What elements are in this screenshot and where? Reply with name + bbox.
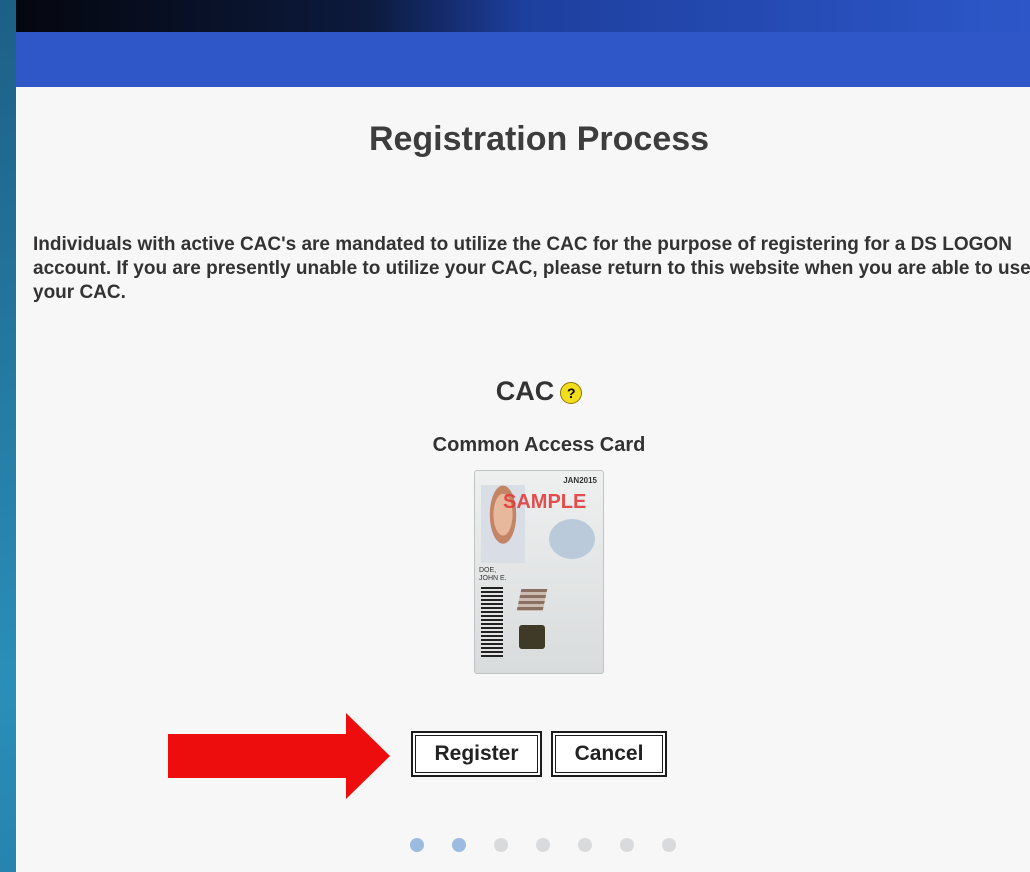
register-button[interactable]: Register [411,731,542,777]
progress-dot [662,838,676,852]
card-watermark: SAMPLE [503,491,587,513]
progress-dot [536,838,550,852]
red-arrow-icon [168,713,390,799]
cac-heading-label: CAC [495,376,555,406]
red-arrow-shape [168,713,390,799]
cac-card-image: JAN2015 SAMPLE DOE, JOHN E. [474,470,604,674]
card-date: JAN2015 [563,476,597,485]
progress-dot [410,838,424,852]
top-dark-banner [16,0,1030,32]
header-bar [16,32,1030,87]
card-name: DOE, JOHN E. [479,567,507,583]
card-barcode [481,585,503,657]
progress-dot [578,838,592,852]
help-icon[interactable]: ? [560,381,583,404]
cac-heading: CAC? [16,376,1030,407]
cac-subtitle: Common Access Card [432,434,646,456]
card-name-line1: DOE, [479,567,497,574]
card-name-line2: JOHN E. [479,575,507,582]
intro-text: Individuals with active CAC's are mandat… [33,234,1030,303]
card-chip [519,625,545,649]
progress-dot [452,838,466,852]
page-title: Registration Process [368,120,710,158]
progress-dot [494,838,508,852]
progress-dot [620,838,634,852]
cancel-button[interactable]: Cancel [551,731,667,777]
card-seal [549,519,595,559]
card-flag [516,589,548,611]
